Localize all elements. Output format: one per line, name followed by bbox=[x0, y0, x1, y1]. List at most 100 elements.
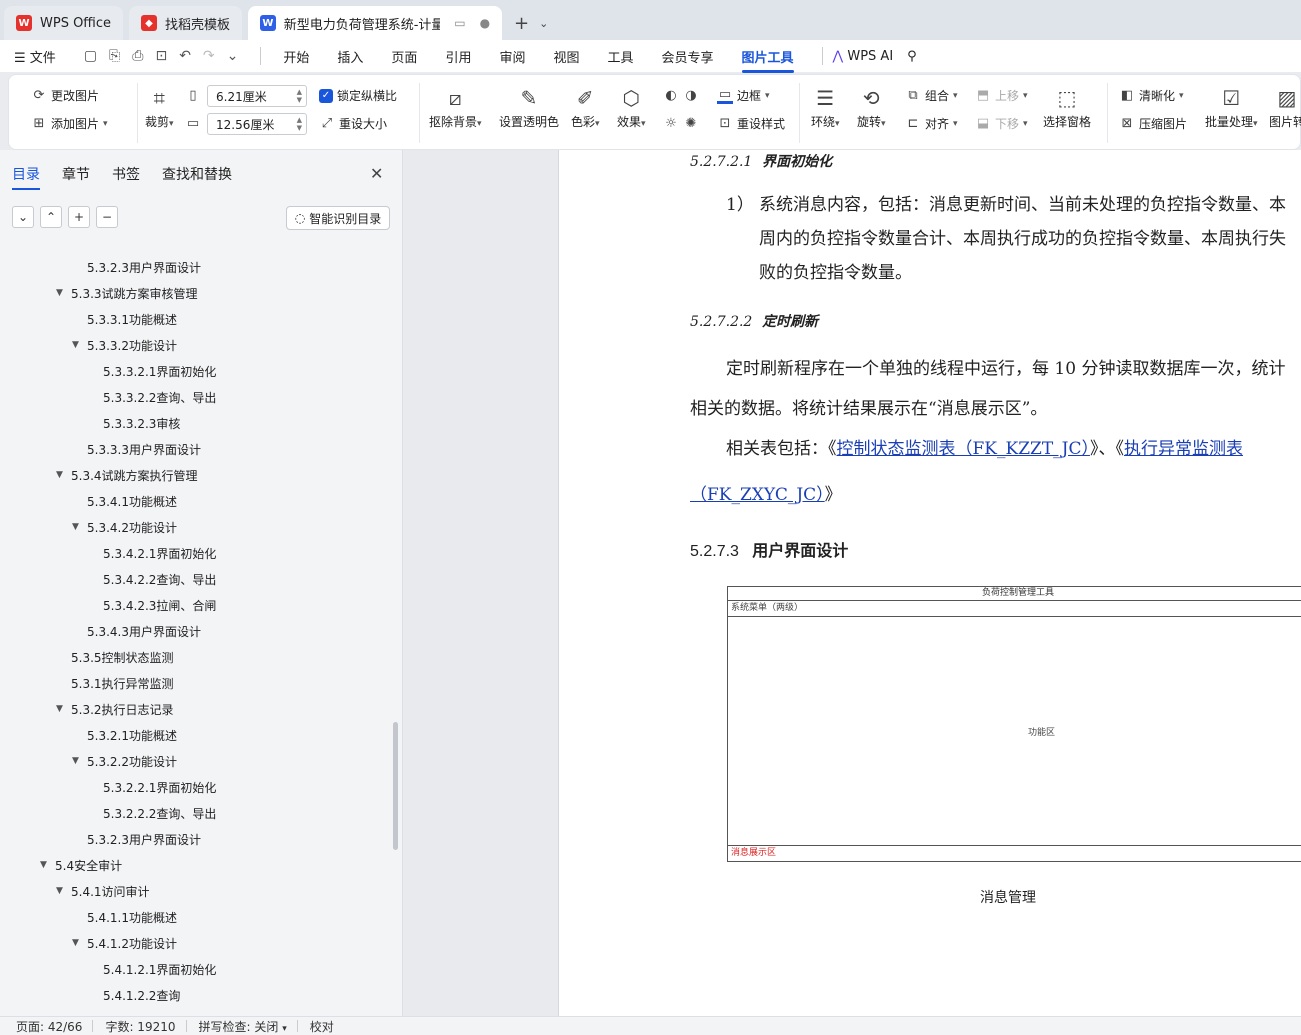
tab-document[interactable]: W 新型电力负荷管理系统-计量部 ▭ ● bbox=[248, 6, 503, 40]
remove-level-icon[interactable]: − bbox=[96, 206, 118, 228]
toc-item[interactable]: 5.3.4.2.2查询、导出 bbox=[0, 566, 390, 592]
document-page[interactable] bbox=[558, 150, 1301, 1016]
toc-item[interactable]: 5.3.2.1功能概述 bbox=[0, 722, 390, 748]
border-button[interactable]: ▭ 边框 ▾ bbox=[717, 87, 770, 104]
toc-item[interactable]: ▼ 5.3.4试跳方案执行管理 bbox=[0, 462, 390, 488]
tab-bookmarks[interactable]: 书签 bbox=[112, 164, 140, 184]
toc-item[interactable]: ▼ 5.3.3.2功能设计 bbox=[0, 332, 390, 358]
color-button[interactable]: ✐ 色彩▾ bbox=[571, 85, 600, 130]
lock-ratio-checkbox[interactable]: ✓ 锁定纵横比 bbox=[319, 87, 397, 104]
toc-item[interactable]: 5.3.3.2.1界面初始化 bbox=[0, 358, 390, 384]
monitor-icon[interactable]: ▭ bbox=[454, 16, 465, 30]
toc-item[interactable]: ▼ 5.3.3试跳方案审核管理 bbox=[0, 280, 390, 306]
expand-arrow-icon[interactable]: ▼ bbox=[72, 938, 79, 948]
toc-item[interactable]: 5.3.2.3用户界面设计 bbox=[0, 826, 390, 852]
toc-item[interactable]: 5.4.1.2.1界面初始化 bbox=[0, 956, 390, 982]
toc-item[interactable]: 5.3.3.2.3审核 bbox=[0, 410, 390, 436]
select-pane-button[interactable]: ⬚ 选择窗格 bbox=[1043, 85, 1091, 130]
expand-arrow-icon[interactable]: ▼ bbox=[56, 470, 63, 480]
align-button[interactable]: ⊏ 对齐 ▾ bbox=[905, 115, 958, 132]
menu-insert[interactable]: 插入 bbox=[337, 47, 363, 66]
toc-item[interactable]: 5.3.4.3用户界面设计 bbox=[0, 618, 390, 644]
link-zxyc[interactable]: 执行异常监测表 bbox=[1124, 439, 1243, 459]
spell-check[interactable]: 拼写检查: 关闭 ▾ bbox=[199, 1018, 287, 1035]
undo-icon[interactable]: ↶ bbox=[179, 48, 191, 64]
menu-tools[interactable]: 工具 bbox=[607, 47, 633, 66]
wrap-button[interactable]: ☰ 环绕▾ bbox=[811, 85, 840, 130]
move-down-button[interactable]: ⬓ 下移 ▾ bbox=[975, 115, 1028, 132]
toc-item[interactable]: 5.3.4.2.1界面初始化 bbox=[0, 540, 390, 566]
close-icon[interactable]: ✕ bbox=[370, 164, 383, 183]
reset-style-button[interactable]: ⊡ 重设样式 bbox=[717, 115, 785, 132]
crop-button[interactable]: ⌗ 裁剪▾ bbox=[145, 85, 174, 130]
search-icon[interactable]: ⚲ bbox=[907, 49, 917, 64]
menu-start[interactable]: 开始 bbox=[283, 47, 309, 66]
menu-references[interactable]: 引用 bbox=[445, 47, 471, 66]
brightness-increase-icon[interactable]: ☼ bbox=[663, 115, 679, 131]
toc-item[interactable]: ▼ 5.4.1访问审计 bbox=[0, 878, 390, 904]
redo-icon[interactable]: ↷ bbox=[203, 48, 215, 64]
remove-bg-button[interactable]: ⧄ 抠除背景▾ bbox=[429, 85, 482, 130]
menu-view[interactable]: 视图 bbox=[553, 47, 579, 66]
brightness-adjust[interactable]: ☼ ✺ bbox=[663, 115, 699, 131]
chevron-down-icon[interactable]: ⌄ bbox=[227, 48, 239, 64]
brightness-decrease-icon[interactable]: ✺ bbox=[683, 115, 699, 131]
toc-item[interactable]: 5.3.2.2.1界面初始化 bbox=[0, 774, 390, 800]
chevron-down-icon[interactable]: ⌄ bbox=[539, 17, 548, 30]
add-image-button[interactable]: ⊞ 添加图片 ▾ bbox=[31, 115, 108, 132]
tab-dot-icon[interactable]: ● bbox=[480, 16, 490, 30]
contrast-decrease-icon[interactable]: ◑ bbox=[683, 87, 699, 103]
toc-item[interactable]: 5.3.4.2.3拉闸、合闸 bbox=[0, 592, 390, 618]
proofread[interactable]: 校对 bbox=[310, 1018, 334, 1035]
save-icon[interactable]: ▢ bbox=[84, 48, 97, 64]
batch-button[interactable]: ☑ 批量处理▾ bbox=[1205, 85, 1258, 130]
toc-item[interactable]: ▼ 5.4安全审计 bbox=[0, 852, 390, 878]
print-icon[interactable]: ⎙ bbox=[132, 48, 143, 64]
expand-arrow-icon[interactable]: ▼ bbox=[56, 704, 63, 714]
menu-file[interactable]: ☰ 文件 bbox=[14, 47, 56, 66]
toc-item[interactable]: 5.3.4.1功能概述 bbox=[0, 488, 390, 514]
word-count[interactable]: 字数: 19210 bbox=[105, 1018, 175, 1035]
scrollbar[interactable] bbox=[393, 722, 398, 850]
expand-arrow-icon[interactable]: ▼ bbox=[40, 860, 47, 870]
compress-button[interactable]: ⊠ 压缩图片 bbox=[1119, 115, 1187, 132]
toc-item[interactable]: 5.3.2.2.2查询、导出 bbox=[0, 800, 390, 826]
tab-find-replace[interactable]: 查找和替换 bbox=[162, 164, 232, 184]
toc-item[interactable]: 5.3.2.3用户界面设计 bbox=[0, 254, 390, 280]
toc-item[interactable]: 5.3.5控制状态监测 bbox=[0, 644, 390, 670]
toc-item[interactable]: 5.3.3.3用户界面设计 bbox=[0, 436, 390, 462]
expand-arrow-icon[interactable]: ▼ bbox=[56, 886, 63, 896]
page-indicator[interactable]: 页面: 42/66 bbox=[16, 1018, 82, 1035]
add-level-icon[interactable]: + bbox=[68, 206, 90, 228]
spinner-icon[interactable]: ▲ ▼ bbox=[297, 88, 302, 104]
new-tab-icon[interactable]: + bbox=[514, 13, 529, 34]
collapse-up-icon[interactable]: ⌃ bbox=[40, 206, 62, 228]
menu-wps-ai[interactable]: ⋀ WPS AI bbox=[833, 49, 894, 64]
set-transparent-button[interactable]: ✎ 设置透明色 bbox=[499, 85, 559, 130]
height-input[interactable]: 12.56厘米 ▲ ▼ bbox=[207, 113, 307, 135]
toc-item[interactable]: 5.3.1执行异常监测 bbox=[0, 670, 390, 696]
menu-member[interactable]: 会员专享 bbox=[662, 47, 714, 66]
menu-picture-tools[interactable]: 图片工具 bbox=[741, 47, 794, 73]
toc-item[interactable]: 5.3.3.1功能概述 bbox=[0, 306, 390, 332]
toc-item[interactable]: 5.3.3.2.2查询、导出 bbox=[0, 384, 390, 410]
expand-arrow-icon[interactable]: ▼ bbox=[72, 756, 79, 766]
ui-mockup-image[interactable]: 负荷控制管理工具 系统菜单（两级） 功能区 消息展示区 bbox=[727, 586, 1301, 862]
expand-arrow-icon[interactable]: ▼ bbox=[56, 288, 63, 298]
width-input[interactable]: 6.21厘米 ▲ ▼ bbox=[207, 85, 307, 107]
expand-arrow-icon[interactable]: ▼ bbox=[72, 340, 79, 350]
tab-toc[interactable]: 目录 bbox=[12, 164, 40, 190]
link-zxyc-code[interactable]: （FK_ZXYC_JC） bbox=[690, 485, 825, 505]
sharpen-button[interactable]: ◧ 清晰化 ▾ bbox=[1119, 87, 1184, 104]
toc-item[interactable]: ▼ 5.3.2执行日志记录 bbox=[0, 696, 390, 722]
print-preview-icon[interactable]: ⊡ bbox=[155, 48, 167, 64]
change-image-button[interactable]: ⟳ 更改图片 bbox=[31, 87, 99, 104]
toc-item[interactable]: ▼ 5.3.2.2功能设计 bbox=[0, 748, 390, 774]
toc-item[interactable]: ▼ 5.3.4.2功能设计 bbox=[0, 514, 390, 540]
menu-page[interactable]: 页面 bbox=[391, 47, 417, 66]
effect-button[interactable]: ⬡ 效果▾ bbox=[617, 85, 646, 130]
move-up-button[interactable]: ⬒ 上移 ▾ bbox=[975, 87, 1028, 104]
tab-wps-office[interactable]: W WPS Office bbox=[4, 6, 124, 40]
export-icon[interactable]: ⎘ bbox=[109, 48, 120, 64]
spinner-icon[interactable]: ▲ ▼ bbox=[297, 116, 302, 132]
